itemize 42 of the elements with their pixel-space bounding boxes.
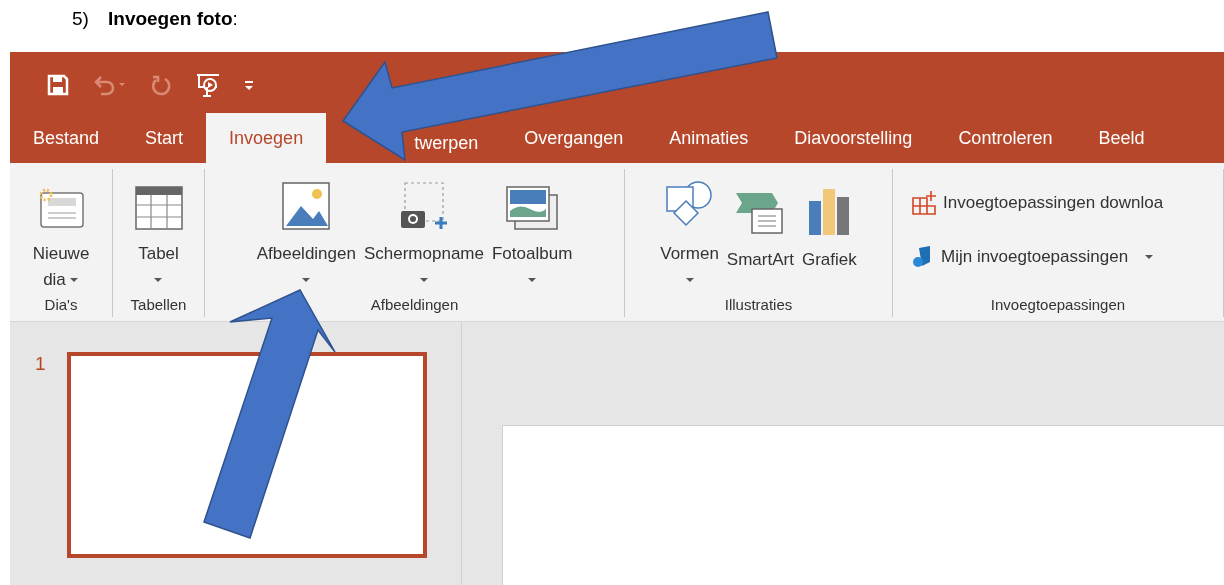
- caret-icon: [684, 277, 695, 283]
- ribbon-button[interactable]: Nieuwe dia: [29, 169, 93, 293]
- group-label: Illustraties: [724, 295, 793, 315]
- add-grid-icon: [911, 190, 937, 216]
- picture-icon: [281, 181, 332, 231]
- ribbon-button[interactable]: Schermopname: [360, 169, 487, 293]
- ribbon-button[interactable]: Vormen: [657, 169, 722, 293]
- ribbon-button[interactable]: Tabel: [130, 169, 187, 293]
- ribbon-tab[interactable]: Beeld: [1075, 113, 1168, 163]
- ribbon-button[interactable]: Mijn invoegtoepassingen: [911, 237, 1223, 277]
- caret-icon: [527, 277, 538, 283]
- ribbon-tab[interactable]: Controleren: [935, 113, 1076, 163]
- photo-album-icon: [505, 185, 560, 231]
- step-number: 5): [72, 6, 90, 31]
- ribbon-button[interactable]: Afbeeldingen: [253, 169, 359, 293]
- table-icon: [133, 185, 184, 231]
- caret-icon: [418, 277, 429, 283]
- ribbon-tab[interactable]: Invoegen: [206, 113, 327, 163]
- ribbon-button[interactable]: SmartArt: [723, 169, 797, 293]
- caret-icon: [1144, 254, 1155, 260]
- ribbon-tab[interactable]: Animaties: [646, 113, 772, 163]
- ribbon-button[interactable]: Grafiek: [798, 169, 860, 293]
- screenshot-icon: [398, 181, 449, 231]
- group-label: Tabellen: [130, 295, 187, 315]
- ribbon-tab[interactable]: Bestand: [10, 113, 123, 163]
- ribbon-tab[interactable]: Overgangen: [501, 113, 647, 163]
- ribbon-tab[interactable]: Diavoorstelling: [771, 113, 936, 163]
- bar-chart-icon: [807, 187, 852, 237]
- caret-icon: [153, 277, 164, 283]
- group-label: Dia's: [44, 295, 78, 315]
- caret-icon: [301, 277, 312, 283]
- caret-icon: [68, 277, 79, 283]
- ribbon-button[interactable]: Fotoalbum: [488, 169, 576, 293]
- step-heading: Invoegen foto:: [108, 6, 238, 31]
- ribbon-tab[interactable]: Start: [122, 113, 207, 163]
- save-icon[interactable]: [47, 73, 69, 96]
- slide-number: 1: [35, 352, 46, 376]
- ribbon-tab[interactable]: twerpen: [414, 134, 502, 163]
- group-label: Afbeeldingen: [370, 295, 459, 315]
- slideshow-icon[interactable]: [195, 71, 221, 98]
- ribbon-button[interactable]: Invoegtoepassingen downloa: [911, 183, 1223, 223]
- group-label: Invoegtoepassingen: [990, 295, 1126, 315]
